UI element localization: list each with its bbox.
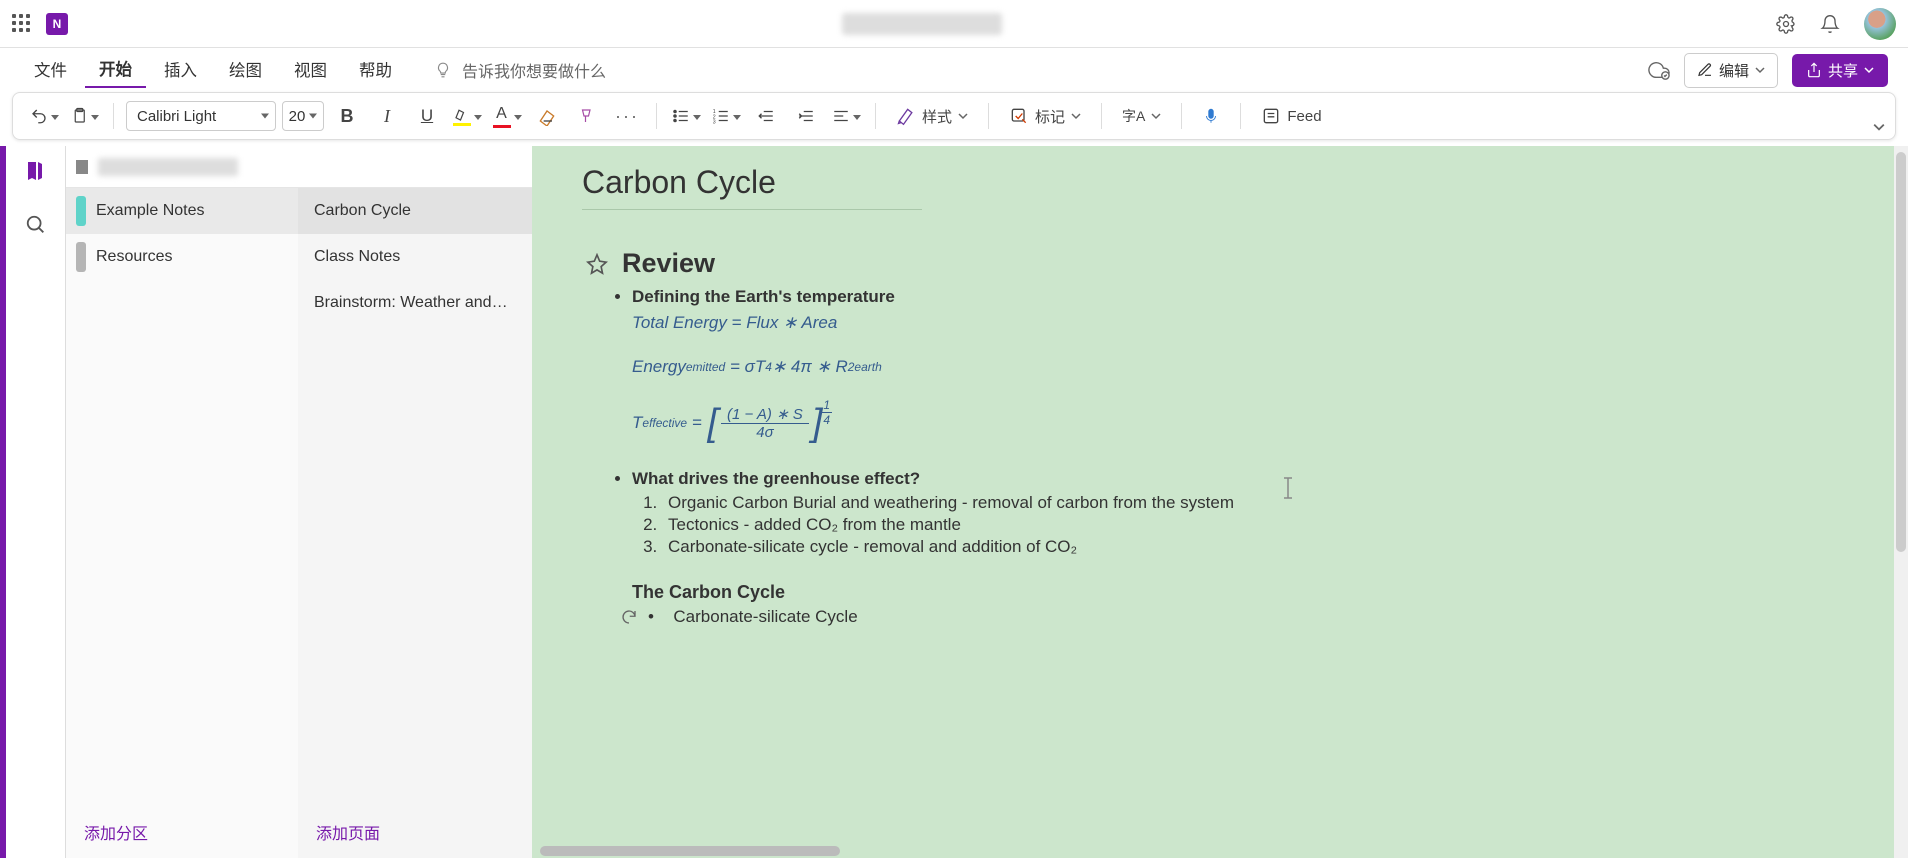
chevron-down-icon — [1864, 65, 1874, 75]
font-name-select[interactable]: Calibri Light — [126, 101, 276, 131]
document-title-blurred — [842, 13, 1002, 35]
star-tag-icon[interactable] — [586, 253, 608, 275]
notebook-color-swatch — [76, 160, 88, 174]
notebook-name-blurred — [98, 158, 238, 176]
chevron-down-icon — [1755, 65, 1765, 75]
tab-file[interactable]: 文件 — [20, 53, 81, 87]
greenhouse-driver-item[interactable]: Carbonate-silicate cycle - removal and a… — [662, 537, 1844, 557]
notebook-header[interactable] — [66, 146, 298, 188]
sync-status-icon[interactable] — [1648, 59, 1670, 81]
notebooks-icon[interactable] — [23, 158, 49, 184]
tell-me-placeholder: 告诉我你想要做什么 — [462, 58, 606, 82]
tab-home[interactable]: 开始 — [85, 52, 146, 88]
styles-button[interactable]: 样式 — [888, 99, 976, 133]
tab-view[interactable]: 视图 — [280, 53, 341, 87]
note-canvas[interactable]: Carbon Cycle Review Defining the Earth's… — [532, 146, 1894, 858]
carbon-cycle-subheading[interactable]: The Carbon Cycle — [632, 582, 1844, 603]
format-painter-button[interactable] — [570, 99, 604, 133]
decrease-indent-button[interactable] — [749, 99, 783, 133]
share-icon — [1806, 62, 1822, 78]
add-page-button[interactable]: 添加页面 — [298, 806, 532, 858]
page-title[interactable]: Carbon Cycle — [582, 164, 922, 210]
menu-tabs-row: 文件 开始 插入 绘图 视图 帮助 告诉我你想要做什么 编辑 共享 — [0, 48, 1908, 92]
greenhouse-question[interactable]: What drives the greenhouse effect? — [632, 469, 920, 488]
title-bar: N — [0, 0, 1908, 48]
tab-help[interactable]: 帮助 — [345, 53, 406, 87]
vertical-scrollbar[interactable] — [1894, 146, 1908, 858]
tab-insert[interactable]: 插入 — [150, 53, 211, 87]
chevron-down-icon — [261, 114, 269, 119]
font-color-button[interactable]: A — [490, 99, 524, 133]
search-icon[interactable] — [23, 212, 49, 238]
lightbulb-icon — [434, 61, 452, 79]
bullet-list-button[interactable] — [669, 99, 703, 133]
tags-label: 标记 — [1035, 106, 1065, 127]
share-label: 共享 — [1828, 60, 1858, 81]
feed-label: Feed — [1287, 108, 1321, 125]
notifications-bell-icon[interactable] — [1820, 14, 1840, 34]
ribbon-expand-button[interactable] — [1869, 117, 1889, 137]
paragraph-align-button[interactable] — [829, 99, 863, 133]
greenhouse-driver-item[interactable]: Organic Carbon Burial and weathering - r… — [662, 493, 1844, 513]
greenhouse-driver-item[interactable]: Tectonics - added CO₂ from the mantle — [662, 515, 1844, 535]
ribbon-toolbar: Calibri Light 20 B I U A ··· 123 — [12, 92, 1896, 140]
equation-total-energy[interactable]: Total Energy = Flux ∗ Area — [632, 313, 1844, 333]
italic-button[interactable]: I — [370, 99, 404, 133]
edit-mode-button[interactable]: 编辑 — [1684, 53, 1778, 88]
page-item[interactable]: Brainstorm: Weather and… — [298, 280, 532, 326]
section-color-tab — [76, 196, 86, 226]
section-item[interactable]: Example Notes — [66, 188, 298, 234]
font-name-value: Calibri Light — [137, 108, 216, 125]
add-section-button[interactable]: 添加分区 — [66, 805, 298, 858]
feed-button[interactable]: Feed — [1253, 99, 1329, 133]
equation-t-effective[interactable]: Teffective = [ (1 − A) ∗ S4σ ] 14 — [632, 405, 1844, 441]
underline-button[interactable]: U — [410, 99, 444, 133]
chevron-down-icon — [309, 114, 317, 119]
increase-indent-button[interactable] — [789, 99, 823, 133]
section-item[interactable]: Resources — [66, 234, 298, 280]
tags-button[interactable]: 标记 — [1001, 99, 1089, 133]
carbonate-silicate-item[interactable]: Carbonate-silicate Cycle — [673, 607, 857, 627]
defining-heading[interactable]: Defining the Earth's temperature — [632, 287, 895, 306]
language-button[interactable]: 字A — [1114, 99, 1169, 133]
review-heading[interactable]: Review — [622, 248, 715, 279]
pages-panel: Carbon CycleClass NotesBrainstorm: Weath… — [298, 146, 532, 858]
chevron-down-icon — [1151, 111, 1161, 121]
language-label: 字A — [1122, 106, 1145, 126]
font-size-select[interactable]: 20 — [282, 101, 324, 131]
numbered-list-button[interactable]: 123 — [709, 99, 743, 133]
more-formatting-button[interactable]: ··· — [610, 99, 644, 133]
font-size-value: 20 — [289, 108, 306, 125]
section-color-tab — [76, 242, 86, 272]
bold-button[interactable]: B — [330, 99, 364, 133]
tell-me-search[interactable]: 告诉我你想要做什么 — [434, 58, 606, 82]
text-cursor — [1282, 476, 1294, 500]
tab-draw[interactable]: 绘图 — [215, 53, 276, 87]
section-label: Example Notes — [96, 202, 205, 220]
chevron-down-icon — [958, 111, 968, 121]
highlight-button[interactable] — [450, 99, 484, 133]
horizontal-scrollbar[interactable] — [532, 844, 1292, 858]
clear-formatting-button[interactable] — [530, 99, 564, 133]
sections-panel: Example Notes Resources 添加分区 — [66, 146, 298, 858]
undo-button[interactable] — [27, 99, 61, 133]
app-launcher-icon[interactable] — [12, 14, 32, 34]
svg-text:3: 3 — [712, 120, 715, 126]
page-item[interactable]: Class Notes — [298, 234, 532, 280]
section-label: Resources — [96, 248, 172, 266]
refresh-icon — [620, 608, 638, 626]
settings-gear-icon[interactable] — [1776, 14, 1796, 34]
navigation-rail — [6, 146, 66, 858]
dictate-button[interactable] — [1194, 99, 1228, 133]
clipboard-button[interactable] — [67, 99, 101, 133]
edit-label: 编辑 — [1719, 60, 1749, 81]
equation-energy-emitted[interactable]: Energyemitted = σT4 ∗ 4π ∗ R2earth — [632, 357, 1844, 377]
styles-label: 样式 — [922, 106, 952, 127]
pencil-icon — [1697, 62, 1713, 78]
onenote-app-icon[interactable]: N — [46, 13, 68, 35]
chevron-down-icon — [1071, 111, 1081, 121]
user-avatar[interactable] — [1864, 8, 1896, 40]
page-item[interactable]: Carbon Cycle — [298, 188, 532, 234]
share-button[interactable]: 共享 — [1792, 54, 1888, 87]
